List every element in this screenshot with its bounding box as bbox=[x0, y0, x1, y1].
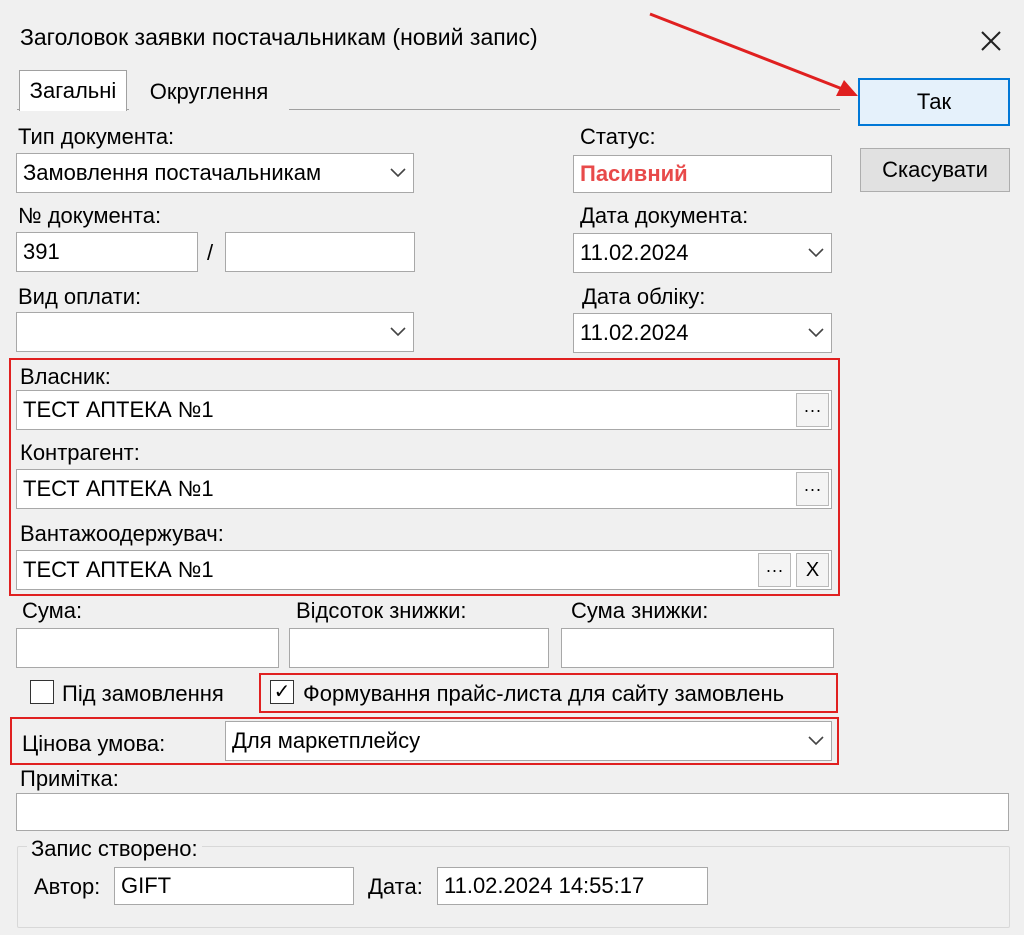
author-field: GIFT bbox=[114, 867, 354, 905]
price-list-checkbox[interactable]: ✓ bbox=[270, 680, 294, 704]
price-condition-value: Для маркетплейсу bbox=[232, 728, 421, 753]
owner-browse-button[interactable]: ··· bbox=[796, 393, 829, 427]
counterparty-label: Контрагент: bbox=[20, 440, 140, 465]
chevron-down-icon bbox=[390, 168, 406, 178]
counterparty-field[interactable]: ТЕСТ АПТЕКА №1 bbox=[16, 469, 832, 509]
tab-rounding-label: Округлення bbox=[149, 79, 269, 104]
discount-sum-label: Сума знижки: bbox=[571, 598, 709, 623]
doc-type-label: Тип документа: bbox=[18, 124, 175, 149]
chevron-down-icon bbox=[390, 327, 406, 337]
counterparty-browse-button[interactable]: ··· bbox=[796, 472, 829, 506]
arrow-annotation-icon bbox=[649, 12, 858, 96]
status-label: Статус: bbox=[580, 124, 656, 149]
doc-number-value: 391 bbox=[23, 239, 60, 264]
cancel-button[interactable]: Скасувати bbox=[860, 148, 1010, 192]
date-label: Дата: bbox=[368, 874, 423, 899]
doc-number-suffix-input[interactable] bbox=[225, 232, 415, 272]
record-date-value: 11.02.2024 14:55:17 bbox=[444, 873, 645, 898]
chevron-down-icon bbox=[808, 328, 824, 338]
doc-type-value: Замовлення постачальникам bbox=[23, 160, 322, 185]
sum-label: Сума: bbox=[22, 598, 83, 623]
tab-general-label: Загальні bbox=[29, 78, 117, 103]
doc-type-select[interactable]: Замовлення постачальникам bbox=[16, 153, 414, 193]
payment-type-select[interactable] bbox=[16, 312, 414, 352]
owner-value: ТЕСТ АПТЕКА №1 bbox=[23, 397, 214, 422]
consignee-label: Вантажоодержувач: bbox=[20, 521, 224, 546]
status-field: Пасивний bbox=[573, 155, 832, 193]
record-created-label: Запис створено: bbox=[27, 836, 202, 862]
doc-number-input[interactable]: 391 bbox=[16, 232, 198, 272]
discount-percent-label: Відсоток знижки: bbox=[296, 598, 467, 623]
price-list-label: Формування прайс-листа для сайту замовле… bbox=[303, 681, 785, 706]
window-title: Заголовок заявки постачальникам (новий з… bbox=[20, 24, 538, 50]
checkmark-icon: ✓ bbox=[273, 681, 291, 703]
tab-general[interactable]: Загальні bbox=[19, 70, 127, 111]
account-date-value: 11.02.2024 bbox=[580, 320, 689, 345]
status-value: Пасивний bbox=[580, 161, 688, 186]
consignee-clear-button[interactable]: X bbox=[796, 553, 829, 587]
account-date-picker[interactable]: 11.02.2024 bbox=[573, 313, 832, 353]
close-icon[interactable] bbox=[976, 26, 1006, 56]
doc-date-picker[interactable]: 11.02.2024 bbox=[573, 233, 832, 273]
author-label: Автор: bbox=[34, 874, 101, 899]
doc-number-label: № документа: bbox=[18, 203, 162, 228]
consignee-browse-button[interactable]: ··· bbox=[758, 553, 791, 587]
note-input[interactable] bbox=[16, 793, 1009, 831]
discount-sum-input[interactable] bbox=[561, 628, 834, 668]
price-condition-select[interactable]: Для маркетплейсу bbox=[225, 721, 832, 761]
note-label: Примітка: bbox=[20, 766, 119, 791]
under-order-label: Під замовлення bbox=[62, 681, 224, 706]
ok-button[interactable]: Так bbox=[858, 78, 1010, 126]
discount-percent-input[interactable] bbox=[289, 628, 549, 668]
record-date-field: 11.02.2024 14:55:17 bbox=[437, 867, 708, 905]
sum-input[interactable] bbox=[16, 628, 279, 668]
doc-date-label: Дата документа: bbox=[580, 203, 749, 228]
price-condition-label: Цінова умова: bbox=[22, 731, 166, 756]
account-date-label: Дата обліку: bbox=[582, 284, 706, 309]
owner-field[interactable]: ТЕСТ АПТЕКА №1 bbox=[16, 390, 832, 430]
doc-date-value: 11.02.2024 bbox=[580, 240, 689, 265]
doc-number-separator: / bbox=[207, 240, 214, 265]
counterparty-value: ТЕСТ АПТЕКА №1 bbox=[23, 476, 214, 501]
tab-rounding[interactable]: Округлення bbox=[129, 74, 289, 110]
payment-type-label: Вид оплати: bbox=[18, 284, 142, 309]
under-order-checkbox[interactable] bbox=[30, 680, 54, 704]
consignee-value: ТЕСТ АПТЕКА №1 bbox=[23, 557, 214, 582]
owner-label: Власник: bbox=[20, 364, 111, 389]
author-value: GIFT bbox=[121, 873, 172, 898]
consignee-field[interactable]: ТЕСТ АПТЕКА №1 bbox=[16, 550, 832, 590]
chevron-down-icon bbox=[808, 736, 824, 746]
chevron-down-icon bbox=[808, 248, 824, 258]
